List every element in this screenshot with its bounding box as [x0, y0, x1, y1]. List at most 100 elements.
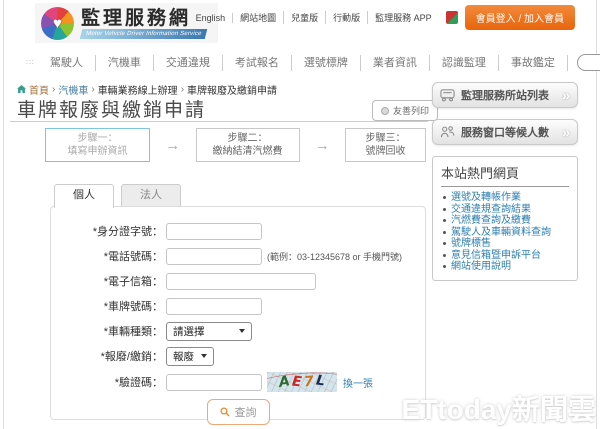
captcha-image: A E 7 L [267, 372, 337, 392]
vehicle-type-value: 請選擇 [173, 324, 205, 339]
phone-input[interactable] [166, 248, 262, 265]
form-row-scrap-type: *報廢/繳銷： 報廢 [51, 347, 425, 365]
nav-item-business-info[interactable]: 業者資訊 [361, 55, 430, 71]
phone-hint: (範例：03-12345678 or 手機門號) [267, 250, 402, 263]
waiting-count-button[interactable]: 服務窗口等候人數 » [432, 119, 578, 145]
step-1-fill-info: 步驟一： 填寫申辦資訊 [45, 128, 150, 162]
top-link-app[interactable]: 監理服務 APP [368, 11, 439, 24]
hot-link-plate-number-transfer[interactable]: 選號及轉帳作業 [441, 192, 569, 204]
breadcrumb-separator: › [52, 84, 55, 95]
submit-row: 查詢 [51, 399, 425, 425]
member-login-button[interactable]: 會員登入 / 加入會員 [465, 5, 575, 30]
car-icon [440, 88, 455, 102]
page-title: 車牌報廢與繳銷申請 [17, 95, 206, 122]
friendly-print-button[interactable]: 友善列印 [372, 100, 438, 121]
nav-item-traffic-violations[interactable]: 交通違規 [154, 55, 223, 71]
ettoday-watermark: ETtoday新聞雲 [402, 388, 596, 428]
wizard-steps: 步驟一： 填寫申辦資訊 → 步驟二： 繳納結清汽燃費 → 步驟三： 號牌回收 [45, 128, 426, 162]
right-sidebar: 監理服務所站列表 » 服務窗口等候人數 » 本站熱門網頁 選號及轉帳作業 交通違… [432, 82, 578, 281]
captcha-input[interactable] [166, 374, 262, 391]
service-stations-button[interactable]: 監理服務所站列表 » [432, 82, 578, 108]
top-links: English 網站地圖 兒童版 行動版 監理服務 APP [189, 11, 439, 24]
step-arrow-icon: → [150, 137, 196, 154]
scrap-type-label: *報廢/繳銷： [51, 348, 163, 364]
double-arrow-icon: » [562, 125, 570, 139]
submit-query-label: 查詢 [235, 404, 257, 420]
form-row-email: *電子信箱： [51, 272, 425, 290]
accessibility-badge-icon [446, 11, 458, 24]
nav-item-vehicles[interactable]: 汽機車 [96, 55, 154, 71]
top-link-mobile[interactable]: 行動版 [326, 11, 368, 24]
top-link-sitemap[interactable]: 網站地圖 [233, 11, 284, 24]
home-icon [17, 85, 26, 94]
hot-pages-list: 選號及轉帳作業 交通違規查詢結果 汽燃費查詢及繳費 駕駛人及車輛資料查詢 號牌標… [441, 192, 569, 273]
step-2-no: 步驟二： [228, 132, 268, 145]
double-arrow-icon: » [562, 88, 570, 102]
step-1-label: 填寫申辦資訊 [68, 145, 128, 158]
step-2-label: 繳納結清汽燃費 [213, 145, 283, 158]
form-row-phone: *電話號碼： (範例：03-12345678 or 手機門號) [51, 247, 425, 265]
step-3-plate-return: 步驟三： 號牌回收 [345, 128, 426, 162]
people-icon [440, 125, 455, 139]
id-number-input[interactable] [166, 223, 262, 240]
captcha-char: 7 [303, 375, 314, 390]
nav-item-drivers[interactable]: 駕駛人 [38, 55, 96, 71]
vehicle-type-select[interactable]: 請選擇 [166, 322, 252, 341]
main-nav: ::: 駕駛人 汽機車 交通違規 考試報名 選號標牌 業者資訊 認識監理 事故鑑… [26, 52, 600, 73]
breadcrumb-separator: › [181, 84, 184, 95]
title-divider [10, 121, 428, 122]
header-utility-bar: ::: English 網站地圖 兒童版 行動版 監理服務 APP 會員登入 /… [172, 5, 575, 30]
hot-pages-title: 本站熱門網頁 [441, 163, 569, 187]
scrap-type-value: 報廢 [173, 349, 194, 364]
application-form-panel: *身分證字號： *電話號碼： (範例：03-12345678 or 手機門號) … [50, 206, 426, 420]
hot-link-plate-auction[interactable]: 號牌標售 [441, 238, 569, 250]
hot-link-site-help[interactable]: 網站使用說明 [441, 261, 569, 273]
hot-link-driver-vehicle-data[interactable]: 駕駛人及車輛資料查詢 [441, 227, 569, 239]
accessibility-mark: ::: [172, 13, 182, 22]
id-number-label: *身分證字號： [51, 223, 163, 239]
captcha-refresh-link[interactable]: 換一張 [343, 375, 373, 390]
form-row-vehicle-type: *車輛種類： 請選擇 [51, 322, 425, 340]
applicant-type-tabs: 個人 法人 [54, 184, 181, 208]
plate-number-input[interactable] [166, 298, 262, 315]
nav-accessibility-mark: ::: [26, 59, 35, 66]
email-input[interactable] [166, 273, 316, 290]
plate-number-label: *車牌號碼： [51, 298, 163, 314]
captcha-label: *驗證碼： [51, 374, 163, 390]
step-3-label: 號牌回收 [366, 145, 406, 158]
motor-vehicle-service-page: ♥ 監理服務網 Motor Vehicle Driver Information… [0, 0, 600, 429]
search-icon [220, 407, 230, 417]
hot-link-violation-results[interactable]: 交通違規查詢結果 [441, 204, 569, 216]
site-subtitle: Motor Vehicle Driver Information Service [80, 29, 208, 39]
breadcrumb-separator: › [91, 84, 94, 95]
waiting-count-label: 服務窗口等候人數 [461, 124, 556, 140]
captcha-char: A [278, 374, 291, 390]
top-link-kids[interactable]: 兒童版 [284, 11, 326, 24]
step-2-pay-fuel-fee: 步驟二： 繳納結清汽燃費 [196, 128, 300, 162]
nav-search-input[interactable] [577, 54, 600, 71]
nav-item-plate-selection[interactable]: 選號標牌 [292, 55, 361, 71]
vehicle-type-label: *車輛種類： [51, 323, 163, 339]
captcha-char: L [315, 373, 326, 388]
top-link-english[interactable]: English [189, 13, 234, 23]
form-row-captcha: *驗證碼： A E 7 L 換一張 [51, 372, 425, 392]
form-row-id: *身分證字號： [51, 222, 425, 240]
logo-ball-icon: ♥ [41, 7, 74, 40]
scrap-type-select[interactable]: 報廢 [166, 347, 214, 366]
heart-icon: ♥ [53, 16, 62, 31]
print-icon [381, 107, 389, 115]
tab-personal[interactable]: 個人 [54, 184, 114, 208]
tab-corporate[interactable]: 法人 [121, 184, 181, 206]
chevron-down-icon [201, 354, 207, 358]
nav-item-exam-registration[interactable]: 考試報名 [223, 55, 292, 71]
step-arrow-icon: → [300, 137, 346, 154]
step-1-no: 步驟一： [78, 132, 118, 145]
nav-item-accident-appraisal[interactable]: 事故鑑定 [499, 55, 568, 71]
left-page-edge [3, 0, 4, 429]
nav-item-about-dmv[interactable]: 認識監理 [430, 55, 499, 71]
print-button-label: 友善列印 [393, 104, 429, 117]
hot-link-feedback-platform[interactable]: 意見信箱暨申訴平台 [441, 250, 569, 262]
submit-query-button[interactable]: 查詢 [207, 399, 270, 425]
hot-link-fuel-fee[interactable]: 汽燃費查詢及繳費 [441, 215, 569, 227]
email-label: *電子信箱： [51, 273, 163, 289]
